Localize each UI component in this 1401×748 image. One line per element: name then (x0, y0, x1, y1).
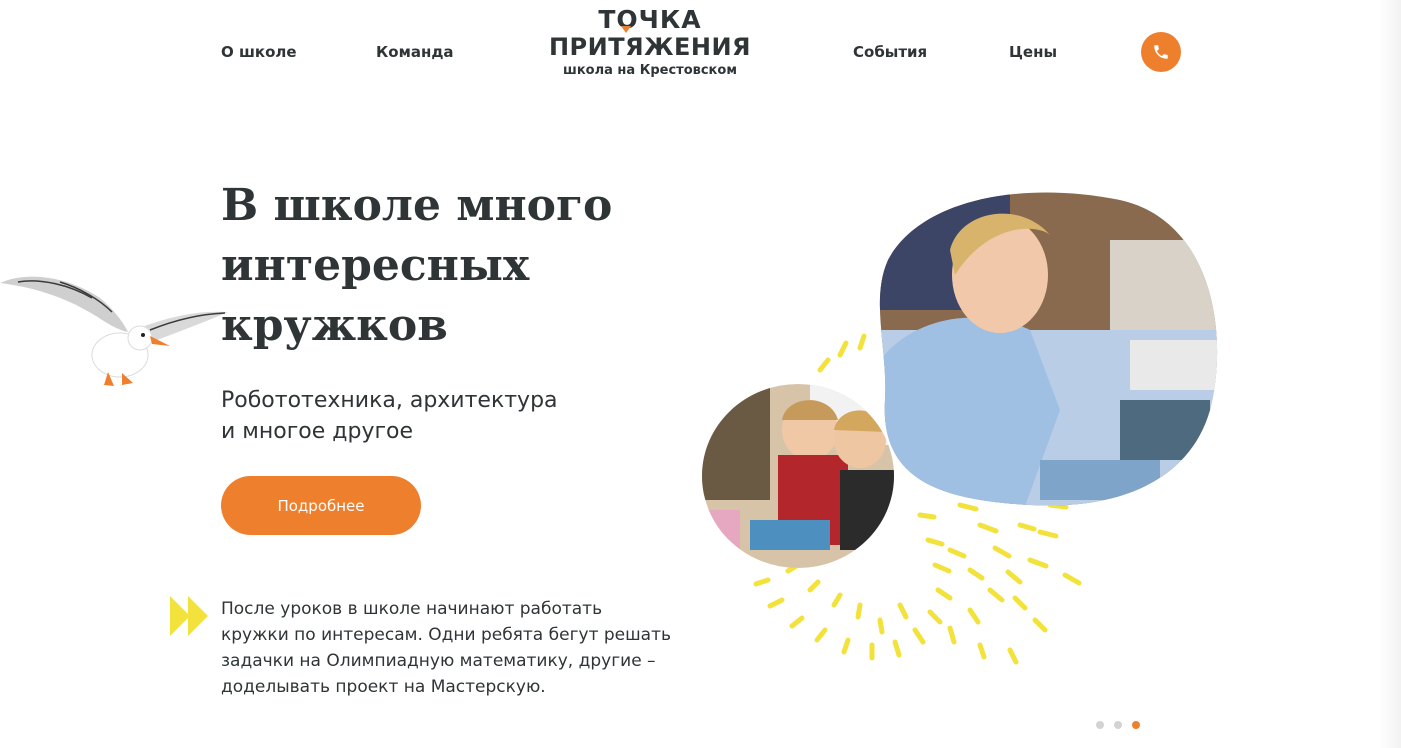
slider-dot[interactable] (1114, 721, 1122, 729)
hero-title-line: интересных (221, 240, 530, 291)
info-note-line: задачки на Олимпиадную математику, други… (221, 651, 656, 671)
nav-link-team[interactable]: Команда (376, 43, 454, 61)
slider-dot-active[interactable] (1132, 721, 1140, 729)
hero-title: В школе много интересных кружков (221, 176, 641, 356)
logo-line-2: ПРИТЯЖЕНИЯ (548, 33, 752, 61)
hero-photo-collage (702, 192, 1218, 665)
phone-button[interactable] (1141, 32, 1181, 72)
slider-dots (1096, 721, 1140, 729)
logo[interactable]: ТОЧКА ПРИТЯЖЕНИЯ школа на Крестовском (532, 6, 768, 90)
info-note-line: кружки по интересам. Одни ребята бегут р… (221, 625, 672, 645)
seagull-illustration (0, 276, 228, 386)
logo-tagline: школа на Крестовском (563, 63, 737, 78)
info-note-line: После уроков в школе начинают работать (221, 599, 603, 619)
info-note-line: доделывать проект на Мастерскую. (221, 677, 546, 697)
nav-link-events[interactable]: События (853, 43, 927, 61)
page-edge-shadow (1379, 0, 1401, 748)
logo-line-1: ТОЧКА (598, 5, 702, 34)
hero-title-line: В школе много (221, 180, 613, 231)
nav-link-about[interactable]: О школе (221, 43, 297, 61)
phone-icon (1154, 45, 1168, 59)
photo-boy-robotics (879, 192, 1218, 506)
double-arrow-icon (170, 596, 208, 636)
nav-link-prices[interactable]: Цены (1009, 43, 1057, 61)
hero-subtitle: Робототехника, архитектура и многое друг… (221, 385, 641, 447)
photo-kids-tablet (702, 384, 894, 568)
logo-marker-icon (621, 26, 631, 33)
more-button[interactable]: Подробнее (221, 476, 421, 535)
slider-dot[interactable] (1096, 721, 1104, 729)
hero-title-line: кружков (221, 300, 448, 351)
hero-subtitle-line: и многое другое (221, 419, 414, 444)
hero-subtitle-line: Робототехника, архитектура (221, 388, 558, 413)
info-note: После уроков в школе начинают работать к… (221, 596, 721, 700)
